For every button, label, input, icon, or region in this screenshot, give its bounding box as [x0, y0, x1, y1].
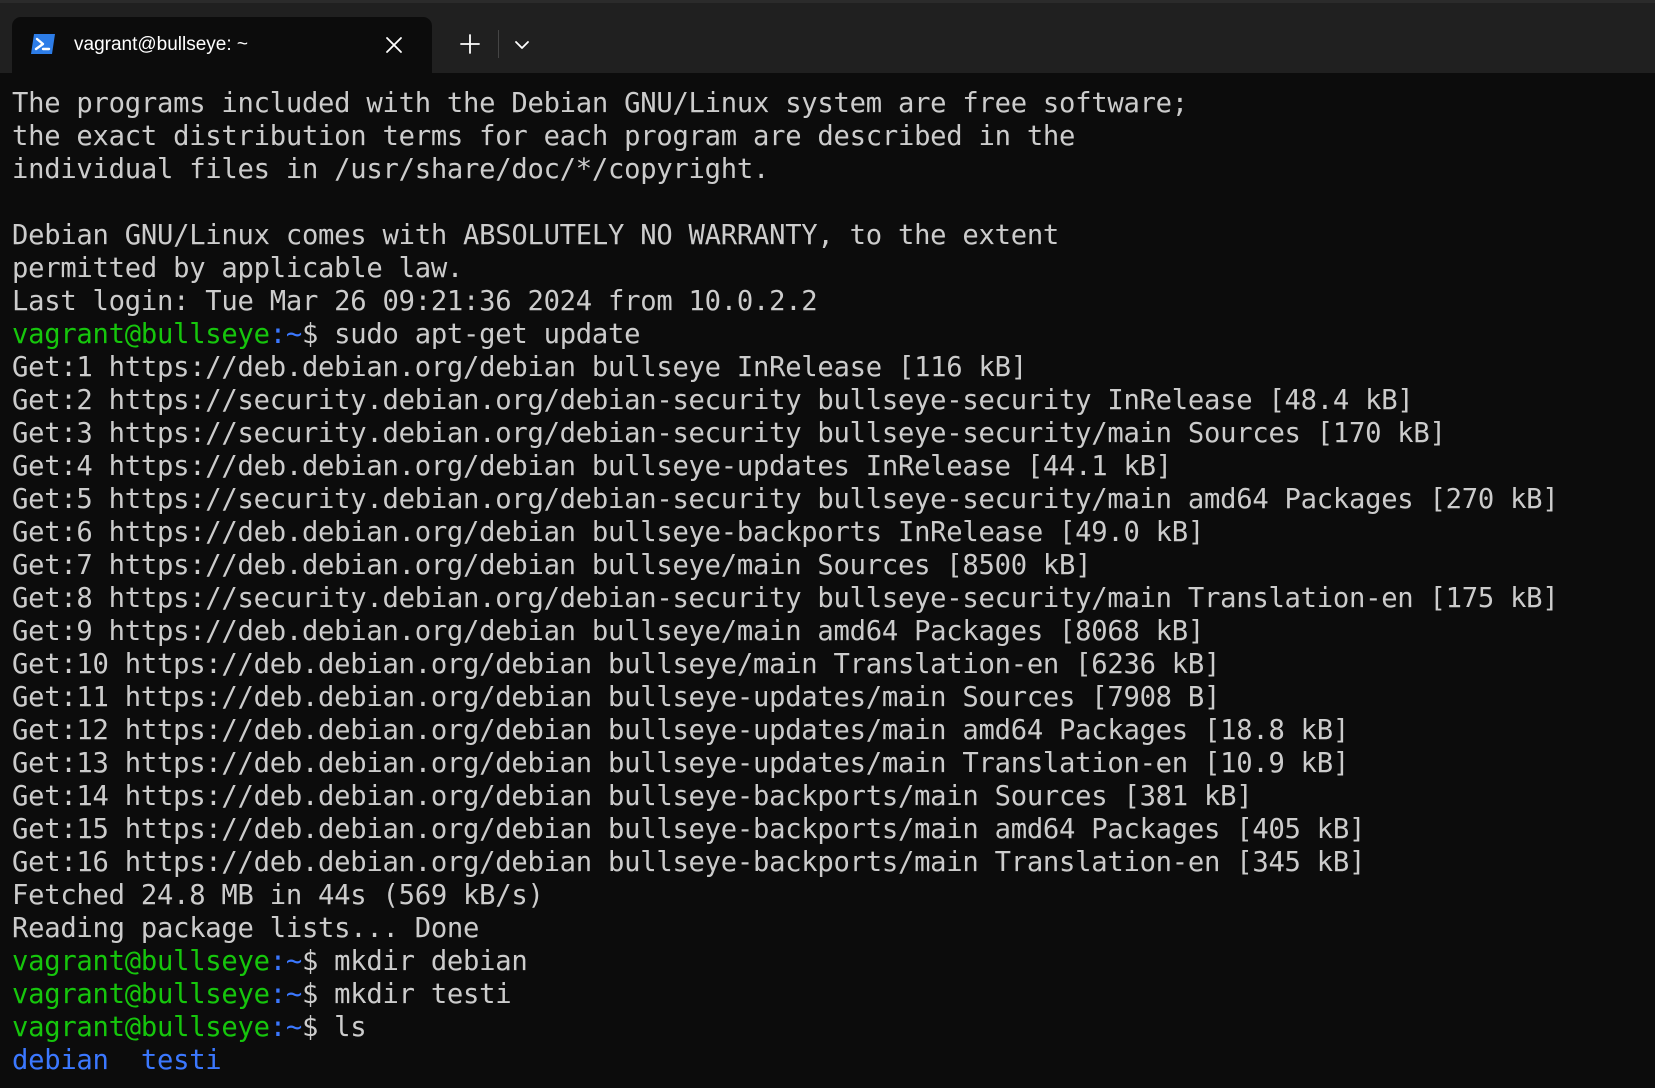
command-text: mkdir debian	[334, 946, 528, 977]
output-text: individual files in /usr/share/doc/*/cop…	[12, 154, 770, 185]
prompt-line: vagrant@bullseye:~$ mkdir testi	[12, 978, 1652, 1011]
output-text: Get:3 https://security.debian.org/debian…	[12, 418, 1446, 449]
prompt-user-host: vagrant@bullseye	[12, 946, 270, 977]
ls-output-line: debian testi	[12, 1044, 1652, 1077]
prompt-line: vagrant@bullseye:~$ ls	[12, 1011, 1652, 1044]
output-text: Last login: Tue Mar 26 09:21:36 2024 fro…	[12, 286, 818, 317]
prompt-path: :~	[269, 319, 302, 350]
terminal-output[interactable]: The programs included with the Debian GN…	[12, 87, 1652, 1082]
title-bar: vagrant@bullseye: ~	[0, 0, 1655, 73]
prompt-user-host: vagrant@bullseye	[12, 319, 270, 350]
output-text: The programs included with the Debian GN…	[12, 88, 1188, 119]
output-text: Get:13 https://deb.debian.org/debian bul…	[12, 748, 1349, 779]
tab-terminal[interactable]: vagrant@bullseye: ~	[12, 17, 432, 73]
output-text: Reading package lists... Done	[12, 913, 480, 944]
output-line: Get:7 https://deb.debian.org/debian bull…	[12, 549, 1652, 582]
output-line: Debian GNU/Linux comes with ABSOLUTELY N…	[12, 219, 1652, 252]
directory-entry: debian	[12, 1045, 109, 1076]
output-text: Get:10 https://deb.debian.org/debian bul…	[12, 649, 1221, 680]
output-text: Fetched 24.8 MB in 44s (569 kB/s)	[12, 880, 544, 911]
output-line: Get:15 https://deb.debian.org/debian bul…	[12, 813, 1652, 846]
output-text: Get:8 https://security.debian.org/debian…	[12, 583, 1559, 614]
prompt-symbol: $	[301, 979, 335, 1010]
output-line: Reading package lists... Done	[12, 912, 1652, 945]
output-line: Get:9 https://deb.debian.org/debian bull…	[12, 615, 1652, 648]
output-text: Get:7 https://deb.debian.org/debian bull…	[12, 550, 1092, 581]
output-line: permitted by applicable law.	[12, 252, 1652, 285]
prompt-path: :~	[269, 979, 302, 1010]
output-line: The programs included with the Debian GN…	[12, 87, 1652, 120]
prompt-path: :~	[269, 1012, 302, 1043]
prompt-symbol: $	[301, 319, 335, 350]
output-text: permitted by applicable law.	[12, 253, 464, 284]
prompt-symbol: $	[301, 946, 335, 977]
output-text: Get:14 https://deb.debian.org/debian bul…	[12, 781, 1253, 812]
close-icon[interactable]	[384, 35, 404, 55]
output-line: Get:5 https://security.debian.org/debian…	[12, 483, 1652, 516]
prompt-symbol: $	[301, 1012, 335, 1043]
command-text: ls	[334, 1012, 367, 1043]
output-line: Get:8 https://security.debian.org/debian…	[12, 582, 1652, 615]
output-text: Debian GNU/Linux comes with ABSOLUTELY N…	[12, 220, 1060, 251]
title-bar-edge	[0, 0, 1655, 3]
prompt-user-host: vagrant@bullseye	[12, 979, 270, 1010]
output-line: individual files in /usr/share/doc/*/cop…	[12, 153, 1652, 186]
output-text: Get:4 https://deb.debian.org/debian bull…	[12, 451, 1172, 482]
output-line: Get:3 https://security.debian.org/debian…	[12, 417, 1652, 450]
output-line: Last login: Tue Mar 26 09:21:36 2024 fro…	[12, 285, 1652, 318]
command-text: sudo apt-get update	[334, 319, 641, 350]
command-text: mkdir testi	[334, 979, 512, 1010]
output-text: Get:1 https://deb.debian.org/debian bull…	[12, 352, 1027, 383]
output-line: Get:14 https://deb.debian.org/debian bul…	[12, 780, 1652, 813]
output-text: Get:6 https://deb.debian.org/debian bull…	[12, 517, 1205, 548]
output-text: Get:5 https://security.debian.org/debian…	[12, 484, 1559, 515]
output-line: Get:16 https://deb.debian.org/debian bul…	[12, 846, 1652, 879]
output-line: Get:2 https://security.debian.org/debian…	[12, 384, 1652, 417]
chevron-down-icon[interactable]	[508, 32, 536, 58]
output-text: the exact distribution terms for each pr…	[12, 121, 1076, 152]
tab-title: vagrant@bullseye: ~	[74, 34, 249, 55]
output-text: Get:11 https://deb.debian.org/debian bul…	[12, 682, 1221, 713]
prompt-line: vagrant@bullseye:~$ sudo apt-get update	[12, 318, 1652, 351]
output-line: Get:4 https://deb.debian.org/debian bull…	[12, 450, 1652, 483]
entry-separator	[109, 1045, 141, 1076]
prompt-line: vagrant@bullseye:~$ mkdir debian	[12, 945, 1652, 978]
output-text: Get:2 https://security.debian.org/debian…	[12, 385, 1414, 416]
prompt-path: :~	[269, 946, 302, 977]
output-line: Get:12 https://deb.debian.org/debian bul…	[12, 714, 1652, 747]
output-line: Get:13 https://deb.debian.org/debian bul…	[12, 747, 1652, 780]
powershell-icon	[30, 32, 56, 56]
plus-icon[interactable]	[456, 30, 484, 58]
output-text: Get:12 https://deb.debian.org/debian bul…	[12, 715, 1349, 746]
tab-divider	[498, 30, 499, 58]
output-line: Get:1 https://deb.debian.org/debian bull…	[12, 351, 1652, 384]
directory-entry: testi	[140, 1045, 222, 1076]
output-line: Get:11 https://deb.debian.org/debian bul…	[12, 681, 1652, 714]
output-text: Get:15 https://deb.debian.org/debian bul…	[12, 814, 1366, 845]
output-line: Get:6 https://deb.debian.org/debian bull…	[12, 516, 1652, 549]
output-text: Get:9 https://deb.debian.org/debian bull…	[12, 616, 1205, 647]
output-line: Fetched 24.8 MB in 44s (569 kB/s)	[12, 879, 1652, 912]
prompt-user-host: vagrant@bullseye	[12, 1012, 270, 1043]
output-line: Get:10 https://deb.debian.org/debian bul…	[12, 648, 1652, 681]
output-text: Get:16 https://deb.debian.org/debian bul…	[12, 847, 1366, 878]
output-line: the exact distribution terms for each pr…	[12, 120, 1652, 153]
